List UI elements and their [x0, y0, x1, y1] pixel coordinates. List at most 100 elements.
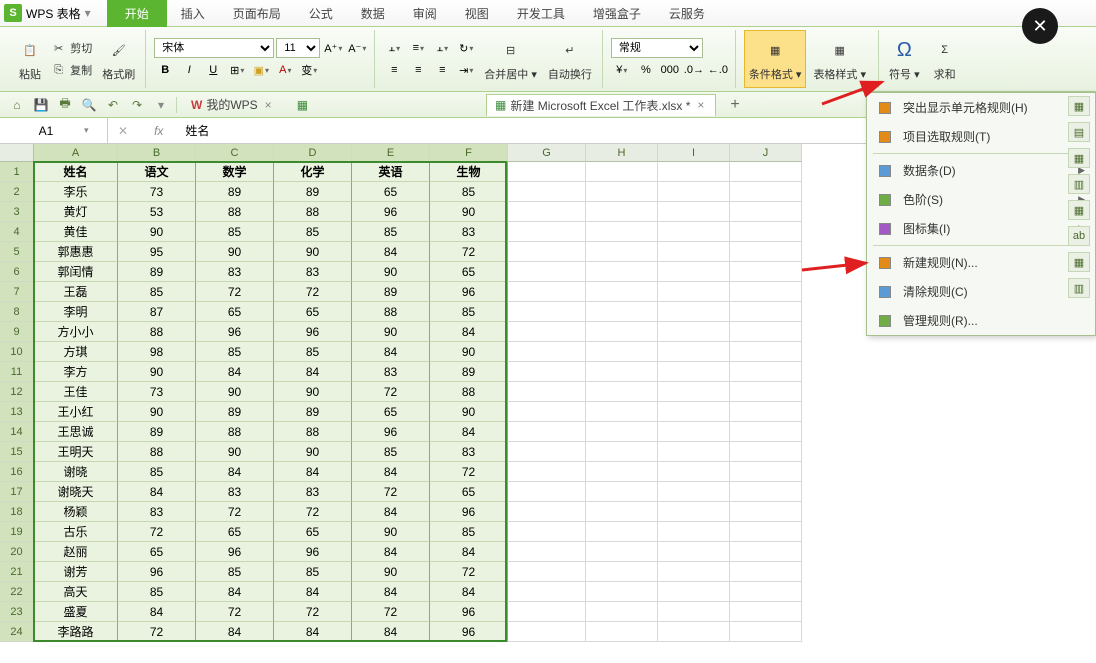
cell[interactable] [658, 522, 730, 542]
indent-button[interactable]: ⇥ [455, 60, 477, 80]
cell[interactable] [508, 522, 586, 542]
cell[interactable]: 90 [118, 222, 196, 242]
cell[interactable]: 84 [196, 622, 274, 642]
cell[interactable] [508, 162, 586, 182]
cell[interactable]: 84 [352, 542, 430, 562]
cell[interactable] [730, 202, 802, 222]
cell[interactable] [586, 302, 658, 322]
cell[interactable]: 84 [118, 602, 196, 622]
cell[interactable]: 96 [274, 542, 352, 562]
cell[interactable]: 谢晓 [34, 462, 118, 482]
row-header-16[interactable]: 16 [0, 462, 34, 482]
cell[interactable]: 黄佳 [34, 222, 118, 242]
cell[interactable]: 85 [118, 462, 196, 482]
row-header-14[interactable]: 14 [0, 422, 34, 442]
cell[interactable] [586, 222, 658, 242]
menu-tab-云服务[interactable]: 云服务 [655, 0, 719, 27]
bold-button[interactable]: B [154, 60, 176, 80]
cell[interactable] [586, 502, 658, 522]
cell[interactable]: 89 [274, 182, 352, 202]
cell[interactable]: 72 [118, 522, 196, 542]
col-header-G[interactable]: G [508, 144, 586, 162]
menu-item[interactable]: 管理规则(R)... [867, 306, 1095, 335]
cell[interactable]: 72 [196, 502, 274, 522]
cell[interactable]: 90 [196, 382, 274, 402]
cell[interactable] [730, 422, 802, 442]
cell[interactable] [508, 382, 586, 402]
cell[interactable] [730, 182, 802, 202]
print-icon[interactable]: 🖶 [56, 96, 74, 114]
cell[interactable]: 72 [274, 602, 352, 622]
cell[interactable]: 89 [118, 422, 196, 442]
cell[interactable] [658, 202, 730, 222]
cell[interactable]: 72 [274, 502, 352, 522]
menu-item[interactable]: 图标集(I)▶ [867, 214, 1095, 243]
menu-tab-公式[interactable]: 公式 [295, 0, 347, 27]
cell[interactable]: 84 [274, 622, 352, 642]
cell[interactable] [658, 442, 730, 462]
close-tab-icon[interactable]: × [262, 98, 275, 112]
qa-dropdown-icon[interactable]: ▾ [152, 96, 170, 114]
select-all-corner[interactable] [0, 144, 34, 162]
home-icon[interactable]: ⌂ [8, 96, 26, 114]
menu-item[interactable]: 新建规则(N)... [867, 248, 1095, 277]
cell[interactable] [586, 202, 658, 222]
cell[interactable]: 85 [196, 342, 274, 362]
cell[interactable]: 88 [196, 422, 274, 442]
cell[interactable]: 王思诚 [34, 422, 118, 442]
cell[interactable]: 85 [196, 562, 274, 582]
blank-doc-tab[interactable]: ▦ [289, 96, 480, 114]
cell[interactable]: 李方 [34, 362, 118, 382]
menu-item[interactable]: 项目选取规则(T)▶ [867, 122, 1095, 151]
comma-button[interactable]: 000 [659, 60, 681, 80]
cell[interactable] [730, 302, 802, 322]
menu-item[interactable]: 清除规则(C)▶ [867, 277, 1095, 306]
cell[interactable]: 88 [274, 202, 352, 222]
cell[interactable]: 85 [430, 522, 508, 542]
cell[interactable]: 85 [118, 282, 196, 302]
cell[interactable]: 53 [118, 202, 196, 222]
cell[interactable]: 96 [430, 622, 508, 642]
cell[interactable]: 89 [196, 402, 274, 422]
align-right-button[interactable]: ≡ [431, 60, 453, 80]
cell[interactable] [586, 442, 658, 462]
cell[interactable] [730, 522, 802, 542]
menu-tab-页面布局[interactable]: 页面布局 [219, 0, 295, 27]
cell[interactable]: 72 [196, 602, 274, 622]
menu-tab-增强盒子[interactable]: 增强盒子 [579, 0, 655, 27]
cell[interactable]: 语文 [118, 162, 196, 182]
border-button[interactable]: ⊞ [226, 60, 248, 80]
cell[interactable]: 90 [274, 242, 352, 262]
cell[interactable] [586, 562, 658, 582]
cell[interactable]: 96 [274, 322, 352, 342]
fill-color-button[interactable]: ▣ [250, 60, 272, 80]
cell[interactable] [730, 322, 802, 342]
cell[interactable]: 90 [118, 362, 196, 382]
cell[interactable] [730, 602, 802, 622]
cell[interactable]: 郭惠惠 [34, 242, 118, 262]
cell[interactable] [508, 482, 586, 502]
cell[interactable]: 83 [430, 222, 508, 242]
cell[interactable]: 84 [274, 362, 352, 382]
cell[interactable] [508, 302, 586, 322]
row-header-8[interactable]: 8 [0, 302, 34, 322]
cell[interactable]: 谢晓天 [34, 482, 118, 502]
name-box[interactable]: ▾ [0, 118, 108, 143]
cell[interactable]: 83 [274, 262, 352, 282]
cell[interactable]: 高天 [34, 582, 118, 602]
cell[interactable]: 72 [352, 602, 430, 622]
rail-btn-2[interactable]: ▤ [1068, 122, 1090, 142]
cell[interactable] [730, 342, 802, 362]
cell[interactable]: 65 [352, 402, 430, 422]
cell[interactable]: 72 [430, 462, 508, 482]
cell[interactable]: 姓名 [34, 162, 118, 182]
cell[interactable] [508, 202, 586, 222]
cell[interactable] [508, 262, 586, 282]
cell[interactable]: 96 [430, 602, 508, 622]
cell[interactable]: 89 [430, 362, 508, 382]
cell[interactable]: 84 [196, 462, 274, 482]
cell[interactable] [586, 242, 658, 262]
cell[interactable] [658, 302, 730, 322]
symbol-button[interactable]: Ω 符号 ▾ [885, 30, 924, 88]
cell[interactable]: 85 [196, 222, 274, 242]
